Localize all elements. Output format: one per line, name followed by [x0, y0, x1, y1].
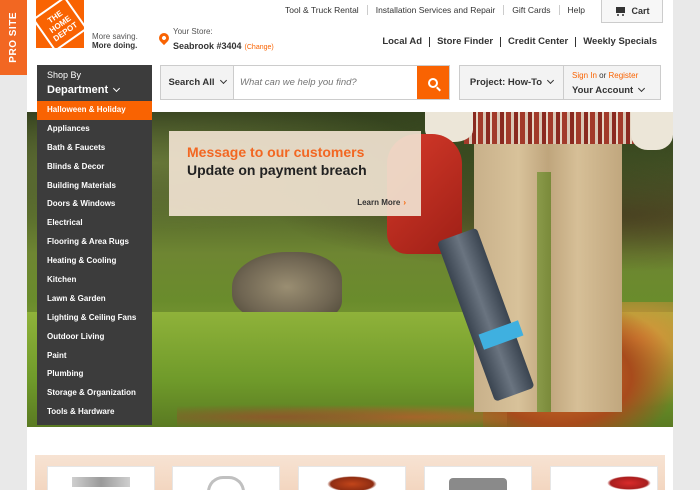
main-nav: Local Ad Store Finder Credit Center Week… [375, 37, 657, 47]
dept-blinds-decor[interactable]: Blinds & Decor [37, 158, 152, 177]
nav-store-finder[interactable]: Store Finder [430, 37, 502, 47]
sign-in-link[interactable]: Sign In [572, 71, 597, 80]
utility-link-gift-cards[interactable]: Gift Cards [504, 5, 560, 15]
shop-by-label: Shop By [47, 70, 82, 80]
store-name: Seabrook #3404 [173, 41, 242, 51]
shop-by-department-button[interactable]: Shop By Department [37, 65, 152, 101]
utility-link-tool-truck-rental[interactable]: Tool & Truck Rental [277, 5, 368, 15]
account-or: or [596, 71, 609, 80]
nav-credit-center[interactable]: Credit Center [501, 37, 577, 47]
dept-doors-windows[interactable]: Doors & Windows [37, 195, 152, 214]
dept-kitchen[interactable]: Kitchen [37, 271, 152, 290]
dept-outdoor-living[interactable]: Outdoor Living [37, 328, 152, 347]
learn-more-link[interactable]: Learn More › [357, 198, 406, 207]
dept-flooring-rugs[interactable]: Flooring & Area Rugs [37, 233, 152, 252]
dept-heating-cooling[interactable]: Heating & Cooling [37, 252, 152, 271]
page: THE HOME DEPOT More saving. More doing. … [27, 0, 673, 490]
location-pin-icon [156, 30, 172, 46]
dept-paint[interactable]: Paint [37, 347, 152, 366]
store-label: Your Store: [173, 27, 213, 36]
red-product-image [607, 476, 651, 490]
search-button[interactable] [417, 66, 449, 99]
dept-halloween-holiday[interactable]: Halloween & Holiday [37, 101, 152, 120]
store-change-link[interactable]: (Change) [245, 44, 274, 51]
project-how-to-dropdown[interactable]: Project: How-To [459, 65, 564, 100]
utility-nav: Tool & Truck Rental Installation Service… [277, 5, 593, 15]
cart-icon [614, 6, 626, 16]
pro-site-label: PRO SITE [8, 12, 19, 63]
store-selector[interactable]: Your Store: Seabrook #3404 (Change) [156, 27, 274, 54]
hero-glove-right [631, 112, 673, 150]
promo-title: Message to our customers [187, 144, 365, 160]
search-scope-label: Search All [168, 77, 215, 88]
search-scope-dropdown[interactable]: Search All [161, 66, 234, 99]
hero-leaf-pile [177, 402, 507, 427]
promo-message-box[interactable]: Message to our customers Update on payme… [169, 131, 421, 216]
hero-plaid-shirt [464, 112, 634, 144]
department-label: Department [47, 84, 109, 96]
dept-tools-hardware[interactable]: Tools & Hardware [37, 403, 152, 422]
dept-building-materials[interactable]: Building Materials [37, 177, 152, 196]
tagline-line2: More doing. [92, 41, 138, 50]
tagline-line1: More saving. [92, 32, 138, 41]
search-input[interactable] [234, 66, 417, 99]
grill-image [449, 478, 507, 490]
cart-label: Cart [631, 6, 650, 16]
washer-image [72, 477, 130, 487]
chevron-down-icon [547, 76, 555, 85]
register-link[interactable]: Register [608, 71, 638, 80]
promo-subtitle: Update on payment breach [187, 162, 367, 178]
department-menu: Halloween & Holiday Appliances Bath & Fa… [37, 101, 152, 425]
dept-bath-faucets[interactable]: Bath & Faucets [37, 139, 152, 158]
cart-button[interactable]: Cart [601, 0, 663, 23]
learn-more-label: Learn More [357, 198, 401, 207]
utility-link-installation-services[interactable]: Installation Services and Repair [368, 5, 505, 15]
dept-plumbing[interactable]: Plumbing [37, 365, 152, 384]
wreath-image [327, 476, 377, 490]
dept-lighting-fans[interactable]: Lighting & Ceiling Fans [37, 309, 152, 328]
nav-local-ad[interactable]: Local Ad [375, 37, 431, 47]
account-menu[interactable]: Sign In or Register Your Account [564, 65, 661, 100]
chevron-down-icon [219, 76, 227, 85]
account-signin-line: Sign In or Register [572, 71, 652, 80]
logo-text: THE HOME DEPOT [32, 0, 88, 52]
chevron-down-icon [113, 84, 121, 93]
dept-storage-organization[interactable]: Storage & Organization [37, 384, 152, 403]
dept-lawn-garden[interactable]: Lawn & Garden [37, 290, 152, 309]
project-label: Project: How-To [469, 77, 543, 88]
nav-weekly-specials[interactable]: Weekly Specials [576, 37, 657, 47]
utility-link-help[interactable]: Help [560, 5, 593, 15]
search-icon [428, 77, 438, 88]
your-account-label: Your Account [572, 85, 634, 96]
tagline: More saving. More doing. [92, 32, 138, 50]
dept-electrical[interactable]: Electrical [37, 214, 152, 233]
chevron-right-icon: › [403, 198, 406, 207]
dept-appliances[interactable]: Appliances [37, 120, 152, 139]
home-depot-logo[interactable]: THE HOME DEPOT [32, 0, 88, 52]
chevron-down-icon [638, 84, 646, 93]
search-bar: Search All [160, 65, 450, 100]
pro-site-tab[interactable]: PRO SITE [0, 0, 27, 75]
hero-leg-gap [537, 172, 551, 412]
